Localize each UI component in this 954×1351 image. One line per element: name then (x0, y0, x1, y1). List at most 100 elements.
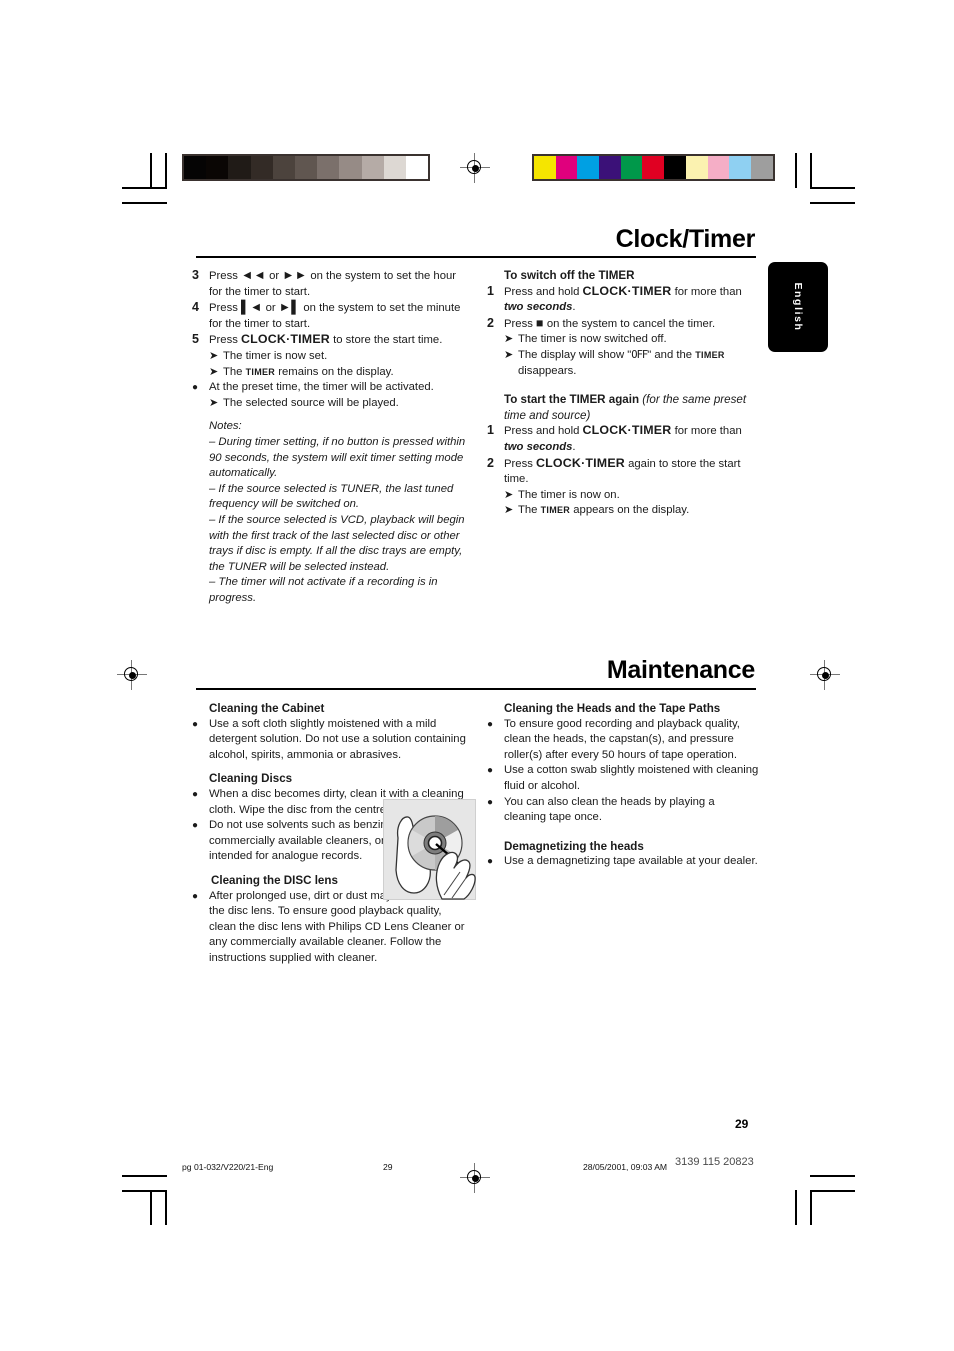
bullet-item: ● To ensure good recording and playback … (487, 717, 759, 764)
step-item: 2 Press CLOCK·TIMER again to store the s… (487, 456, 759, 488)
bullet-icon: ● (487, 856, 494, 868)
calibration-swatch-6 (664, 156, 686, 179)
step-item: 5 Press CLOCK·TIMER to store the start t… (192, 332, 470, 349)
subsection-heading: Demagnetizing the heads (504, 839, 644, 853)
result-item: ➤ The timer is now switched off. (487, 332, 759, 348)
calibration-swatch-4 (620, 156, 643, 179)
section-title-maintenance: Maintenance (606, 656, 755, 684)
calibration-swatch-2 (228, 156, 251, 179)
registration-target-top (460, 153, 490, 183)
step-text: Press ◄◄ or ►► on the system to set the … (209, 268, 457, 298)
footer-page-mark: 29 (383, 1162, 393, 1172)
calibration-swatch-9 (383, 156, 406, 179)
step-marker: 3 (192, 268, 199, 282)
crop-mark-top-right-h1 (810, 187, 855, 189)
section-rule-clock-timer (196, 256, 756, 259)
registration-target-right (810, 660, 840, 690)
crop-mark-bottom-right-h1 (810, 1175, 855, 1177)
subsection-heading-bold: To start the TIMER again (504, 393, 640, 407)
arrow-right-icon: ➤ (504, 348, 514, 361)
calibration-swatch-5 (294, 156, 318, 179)
calibration-swatch-2 (577, 156, 600, 179)
clock-timer-left-column: 3 Press ◄◄ or ►► on the system to set th… (192, 268, 470, 606)
arrow-right-icon: ➤ (209, 349, 219, 362)
step-item: 2 Press ■ on the system to cancel the ti… (487, 316, 759, 333)
crop-mark-top-left-v2 (165, 153, 167, 188)
disc-cleaning-illustration (383, 799, 476, 900)
calibration-swatch-8 (707, 156, 730, 179)
calibration-swatch-6 (317, 156, 340, 179)
calibration-swatch-1 (555, 156, 578, 179)
note-text: – If the source selected is VCD, playbac… (209, 513, 465, 573)
result-item: ➤ The timer is now on. (487, 488, 759, 504)
bullet-text: Use a soft cloth slightly moistened with… (209, 717, 466, 761)
footer-timestamp: 28/05/2001, 09:03 AM (583, 1162, 668, 1172)
crop-mark-top-left-h2 (122, 202, 167, 204)
subsection-heading: To switch off the TIMER (504, 269, 635, 282)
grayscale-calibration-bar (182, 154, 431, 181)
language-tab-label: English (792, 282, 804, 332)
arrow-right-icon: ➤ (209, 396, 219, 409)
calibration-swatch-9 (729, 156, 751, 179)
calibration-swatch-8 (361, 156, 384, 179)
result-text: The TIMER appears on the display. (518, 504, 690, 517)
bullet-text: At the preset time, the timer will be ac… (209, 381, 434, 394)
arrow-right-icon: ➤ (209, 365, 219, 378)
section-title-clock-timer: Clock/Timer (615, 225, 756, 253)
result-item: ➤ The display will show "OFF" and the TI… (487, 348, 759, 379)
calibration-swatch-7 (339, 156, 362, 179)
bullet-icon: ● (192, 890, 199, 902)
footer-document-code: 3139 115 20823 (675, 1156, 754, 1168)
language-tab-english: English (768, 262, 828, 352)
note-text: – The timer will not activate if a recor… (209, 576, 438, 604)
bullet-icon: ● (192, 820, 199, 832)
crop-mark-bottom-left-h2 (122, 1190, 167, 1192)
bullet-icon: ● (487, 796, 494, 808)
crop-mark-bottom-right-v2 (810, 1190, 812, 1225)
step-item: 3 Press ◄◄ or ►► on the system to set th… (192, 268, 470, 300)
disc-cleaning-svg (395, 815, 476, 900)
clock-timer-right-column: To switch off the TIMER 1 Press and hold… (487, 268, 759, 519)
result-text: The timer is now switched off. (518, 333, 667, 346)
maintenance-right-column: Cleaning the Heads and the Tape Paths ● … (487, 701, 759, 870)
bullet-item: ● Use a cotton swab slightly moistened w… (487, 763, 759, 794)
calibration-swatch-3 (599, 156, 621, 179)
notes-block: Notes: – During timer setting, if no but… (192, 419, 470, 606)
bullet-text: Use a demagnetizing tape available at yo… (504, 855, 758, 868)
calibration-swatch-1 (206, 156, 229, 179)
page-number: 29 (735, 1117, 749, 1131)
step-text: Press ▌◄ or ►▌ on the system to set the … (209, 300, 461, 330)
crop-mark-top-right-v2 (810, 153, 812, 188)
bullet-item: ● Use a demagnetizing tape available at … (487, 854, 759, 870)
calibration-swatch-0 (184, 156, 207, 179)
calibration-swatch-7 (685, 156, 708, 179)
calibration-swatch-0 (534, 156, 556, 179)
step-text: Press CLOCK·TIMER to store the start tim… (209, 332, 443, 347)
crop-mark-top-left-h1 (122, 187, 167, 189)
step-text: Press and hold CLOCK·TIMER for more than… (504, 423, 742, 453)
subsection-heading: Cleaning Discs (209, 772, 293, 786)
calibration-swatch-3 (250, 156, 273, 179)
note-text: – If the source selected is TUNER, the l… (209, 482, 454, 511)
result-text: The selected source will be played. (223, 396, 399, 409)
document-page: English Clock/Timer 3 Press ◄◄ or ►► on … (0, 0, 954, 1351)
result-text: The timer is now on. (518, 488, 620, 501)
step-item: 4 Press ▌◄ or ►▌ on the system to set th… (192, 300, 470, 332)
step-item: 1 Press and hold CLOCK·TIMER for more th… (487, 284, 759, 316)
result-item: ➤ The timer is now set. (192, 349, 470, 365)
registration-target-bottom (460, 1163, 490, 1193)
calibration-swatch-5 (642, 156, 665, 179)
step-marker: 2 (487, 315, 494, 330)
bullet-text: You can also clean the heads by playing … (504, 795, 715, 824)
result-item: ➤ The TIMER remains on the display. (192, 365, 470, 381)
step-text: Press CLOCK·TIMER again to store the sta… (504, 455, 741, 486)
crop-mark-top-right-v1 (795, 153, 797, 188)
bullet-icon: ● (487, 765, 494, 777)
crop-mark-bottom-right-v1 (795, 1190, 797, 1225)
subsection-heading: Cleaning the Cabinet (209, 702, 325, 715)
bullet-icon: ● (192, 788, 199, 800)
result-text: The display will show "OFF" and the TIME… (518, 348, 725, 377)
crop-mark-top-right-h2 (810, 202, 855, 204)
bullet-item: ● Use a soft cloth slightly moistened wi… (192, 717, 470, 764)
notes-label: Notes: (209, 420, 242, 433)
